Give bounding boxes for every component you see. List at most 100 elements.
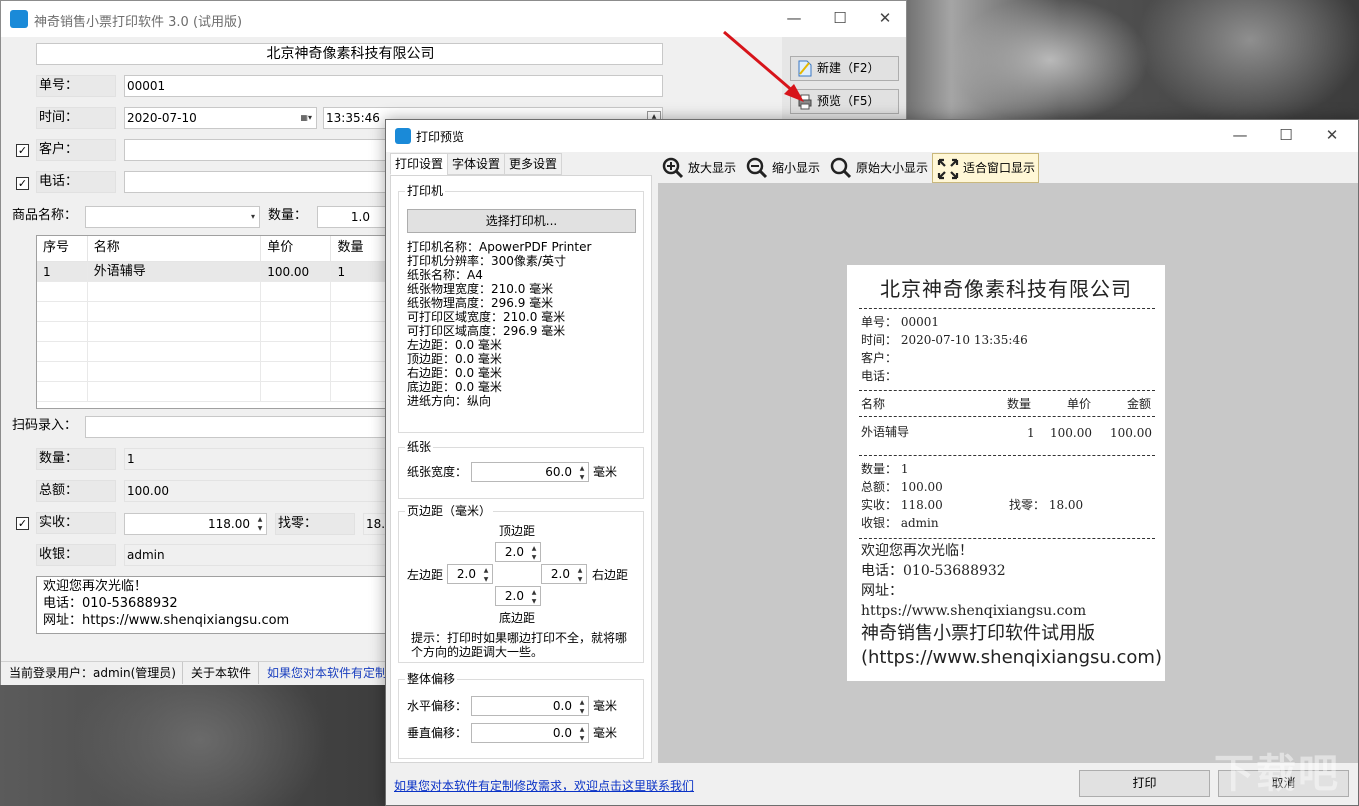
v-offset-value: 0.0 xyxy=(552,726,572,740)
receipt-divider xyxy=(859,390,1155,391)
h-offset-stepper[interactable]: 0.0 ▲ ▼ xyxy=(471,696,589,716)
custom-link[interactable]: 如果您对本软件有定制 xyxy=(259,662,389,684)
fit-window-icon xyxy=(937,158,959,180)
customer-checkbox[interactable]: ✓ xyxy=(16,144,29,157)
table-row-empty[interactable] xyxy=(37,302,390,322)
spin-arrows-icon[interactable]: ▲ ▼ xyxy=(481,566,491,584)
v-offset-unit: 毫米 xyxy=(593,726,618,740)
date-picker[interactable]: 2020-07-10 ▦▾ xyxy=(124,107,317,129)
change-label: 找零： xyxy=(275,513,355,535)
settings-tabs: 打印设置 字体设置 更多设置 xyxy=(390,153,563,175)
margin-top-stepper[interactable]: 2.0 ▲ ▼ xyxy=(495,542,541,562)
tab-print-settings[interactable]: 打印设置 xyxy=(390,153,449,175)
v-offset-stepper[interactable]: 0.0 ▲ ▼ xyxy=(471,723,589,743)
receipt-item-price: 100.00 xyxy=(1050,426,1092,440)
order-no-field[interactable]: 00001 xyxy=(124,75,663,97)
row-no-cell: 1 xyxy=(37,262,88,281)
preview-title-bar[interactable]: 打印预览 — ☐ ✕ xyxy=(386,120,1358,152)
receipt-time-line: 时间： 2020-07-10 13:35:46 xyxy=(861,333,1028,347)
phone-field[interactable] xyxy=(124,171,389,193)
tab-font-settings[interactable]: 字体设置 xyxy=(447,153,506,175)
table-row-empty[interactable] xyxy=(37,342,390,362)
receipt-item-name: 外语辅导 xyxy=(861,425,910,439)
v-offset-label: 垂直偏移： xyxy=(407,726,468,740)
col-price-header[interactable]: 单价 xyxy=(261,236,332,261)
scan-input[interactable] xyxy=(85,416,389,438)
calendar-dropdown-icon[interactable]: ▦▾ xyxy=(300,108,312,128)
tab-more-settings[interactable]: 更多设置 xyxy=(504,153,563,175)
col-no-header[interactable]: 序号 xyxy=(37,236,88,261)
preview-toolbar: 放大显示 缩小显示 原始大小显示 适合窗口显示 xyxy=(658,153,1358,183)
receipt-trial-notice: 神奇销售小票打印软件试用版 xyxy=(861,623,1095,644)
receipt-col-qty: 数量 xyxy=(1007,397,1032,411)
col-qty-header[interactable]: 数量 xyxy=(331,236,390,261)
preview-minimize-button[interactable]: — xyxy=(1217,120,1263,152)
receipt-trial-url: (https://www.shenqixiangsu.com) xyxy=(861,647,1162,668)
product-name-combo[interactable]: ▾ xyxy=(85,206,260,228)
contact-link[interactable]: 如果您对本软件有定制修改需求，欢迎点击这里联系我们 xyxy=(394,777,694,794)
offset-group-title: 整体偏移 xyxy=(405,671,458,687)
new-button-label: 新建（F2） xyxy=(817,61,880,75)
maximize-button[interactable]: ☐ xyxy=(817,1,863,37)
printer-info-line: 可打印区域宽度：210.0 毫米 xyxy=(407,310,566,324)
margin-left-stepper[interactable]: 2.0 ▲ ▼ xyxy=(447,564,493,584)
print-button[interactable]: 打印 xyxy=(1079,770,1210,797)
chevron-down-icon: ▾ xyxy=(250,212,255,221)
zoom-out-icon xyxy=(746,157,768,179)
preview-app-icon xyxy=(395,128,411,144)
fit-window-button[interactable]: 适合窗口显示 xyxy=(932,153,1039,183)
printer-info-line: 进纸方向：纵向 xyxy=(407,394,492,408)
received-value: 118.00 xyxy=(208,517,250,531)
preview-canvas[interactable]: 北京神奇像素科技有限公司 单号： 00001 时间： 2020-07-10 13… xyxy=(658,183,1358,763)
paper-group: 纸张 纸张宽度： 60.0 ▲ ▼ 毫米 xyxy=(398,439,644,499)
table-row-empty[interactable] xyxy=(37,282,390,302)
paper-width-stepper[interactable]: 60.0 ▲ ▼ xyxy=(471,462,589,482)
watermark-logo: 下载吧 xyxy=(1214,751,1340,797)
select-printer-button[interactable]: 选择打印机... xyxy=(407,209,636,233)
spin-arrows-icon[interactable]: ▲ ▼ xyxy=(577,725,587,743)
customer-label: 客户： xyxy=(36,139,116,161)
preview-maximize-button[interactable]: ☐ xyxy=(1263,120,1309,152)
preview-bottom-bar: 如果您对本软件有定制修改需求，欢迎点击这里联系我们 打印 取消 xyxy=(386,765,1358,805)
margin-left-value: 2.0 xyxy=(456,567,476,581)
receipt-customer-line: 客户： xyxy=(861,351,898,365)
h-offset-unit: 毫米 xyxy=(593,699,618,713)
col-name-header[interactable]: 名称 xyxy=(88,236,262,261)
printer-info-line: 右边距：0.0 毫米 xyxy=(407,366,502,380)
close-button[interactable]: ✕ xyxy=(862,1,908,37)
quantity-stepper[interactable]: 1.0 xyxy=(317,206,387,228)
table-row-empty[interactable] xyxy=(37,322,390,342)
time-value: 13:35:46 xyxy=(326,111,380,125)
items-table[interactable]: 序号 名称 单价 数量 1 外语辅导 100.00 1 xyxy=(36,235,391,409)
spin-arrows-icon[interactable]: ▲ ▼ xyxy=(577,698,587,716)
order-no-label: 单号： xyxy=(36,75,116,97)
about-link[interactable]: 关于本软件 xyxy=(183,662,259,684)
spin-arrows-icon[interactable]: ▲ ▼ xyxy=(577,464,587,482)
zoom-in-button[interactable]: 放大显示 xyxy=(658,153,740,183)
spin-arrows-icon[interactable]: ▲ ▼ xyxy=(529,544,539,562)
spin-arrows-icon[interactable]: ▲ ▼ xyxy=(255,515,265,533)
date-value: 2020-07-10 xyxy=(127,111,197,125)
preview-button-label: 预览（F5） xyxy=(817,94,880,108)
customer-field[interactable] xyxy=(124,139,389,161)
company-name-field[interactable]: 北京神奇像素科技有限公司 xyxy=(36,43,663,65)
receipt-title: 北京神奇像素科技有限公司 xyxy=(880,277,1132,301)
footer-memo[interactable]: 欢迎您再次光临！ 电话：010-53688932 网址：https://www.… xyxy=(36,576,391,634)
margin-right-stepper[interactable]: 2.0 ▲ ▼ xyxy=(541,564,587,584)
printer-info-line: 左边距：0.0 毫米 xyxy=(407,338,502,352)
zoom-out-button[interactable]: 缩小显示 xyxy=(742,153,824,183)
table-row-empty[interactable] xyxy=(37,362,390,382)
zoom-in-icon xyxy=(662,157,684,179)
received-checkbox[interactable]: ✓ xyxy=(16,517,29,530)
preview-close-button[interactable]: ✕ xyxy=(1309,120,1355,152)
print-settings-panel: 打印机 选择打印机... 打印机名称：ApowerPDF Printer 打印机… xyxy=(390,175,652,763)
spin-arrows-icon[interactable]: ▲ ▼ xyxy=(575,566,585,584)
table-header: 序号 名称 单价 数量 xyxy=(37,236,390,262)
phone-checkbox[interactable]: ✓ xyxy=(16,177,29,190)
original-size-button[interactable]: 原始大小显示 xyxy=(826,153,932,183)
table-row[interactable]: 1 外语辅导 100.00 1 xyxy=(37,262,390,282)
spin-arrows-icon[interactable]: ▲ ▼ xyxy=(529,588,539,606)
table-row-empty[interactable] xyxy=(37,382,390,402)
received-stepper[interactable]: 118.00 ▲ ▼ xyxy=(124,513,267,535)
margin-bottom-stepper[interactable]: 2.0 ▲ ▼ xyxy=(495,586,541,606)
